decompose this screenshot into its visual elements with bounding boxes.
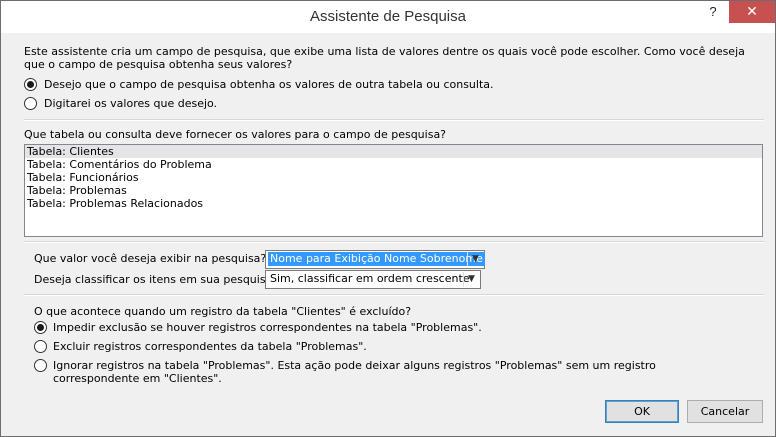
radio-ignore-delete[interactable] [34,359,47,372]
cancel-button[interactable]: Cancelar [687,400,763,423]
radio-restrict-delete[interactable] [34,321,47,334]
source-question: Que tabela ou consulta deve fornecer os … [24,128,447,141]
list-item[interactable]: Tabela: Comentários do Problema [25,158,762,171]
radio-cascade-delete[interactable] [34,340,47,353]
delete-question: O que acontece quando um registro da tab… [34,305,412,318]
display-field-combo[interactable]: Nome para Exibição Nome Sobrenome ▼ [265,250,485,269]
list-item[interactable]: Tabela: Problemas Relacionados [25,197,762,210]
radio-restrict-delete-label[interactable]: Impedir exclusão se houver registros cor… [53,321,482,334]
display-field-value[interactable]: Nome para Exibição Nome Sobrenome [268,252,485,266]
radio-ignore-delete-label[interactable]: Ignorar registros na tabela "Problemas".… [53,359,723,385]
list-item[interactable]: Tabela: Problemas [25,184,762,197]
sort-label: Deseja classificar os itens em sua pesqu… [34,273,279,286]
source-listbox[interactable]: Tabela: Clientes Tabela: Comentários do … [24,144,763,237]
list-item[interactable]: Tabela: Funcionários [25,171,762,184]
chevron-down-icon[interactable]: ▼ [463,272,479,287]
sort-order-value[interactable]: Sim, classificar em ordem crescente [268,272,472,286]
list-item[interactable]: Tabela: Clientes [25,145,762,158]
title-bar: Assistente de Pesquisa ? ✕ [1,1,775,33]
display-label: Que valor você deseja exibir na pesquisa… [34,252,267,265]
ok-button[interactable]: OK [605,400,679,423]
radio-from-table-label[interactable]: Desejo que o campo de pesquisa obtenha o… [44,78,494,91]
radio-from-table[interactable] [24,78,37,91]
lookup-wizard-dialog: Assistente de Pesquisa ? ✕ Este assisten… [0,0,776,437]
close-button[interactable]: ✕ [729,1,775,23]
intro-text: Este assistente cria um campo de pesquis… [24,45,745,71]
help-button[interactable]: ? [693,1,733,23]
radio-type-values-label[interactable]: Digitarei os valores que desejo. [44,97,217,110]
sort-order-combo[interactable]: Sim, classificar em ordem crescente ▼ [265,270,481,289]
separator [24,119,764,121]
radio-type-values[interactable] [24,97,37,110]
separator [24,294,764,296]
radio-cascade-delete-label[interactable]: Excluir registros correspondentes da tab… [53,340,367,353]
chevron-down-icon[interactable]: ▼ [467,252,483,267]
window-title: Assistente de Pesquisa [310,8,466,25]
separator [24,241,764,243]
